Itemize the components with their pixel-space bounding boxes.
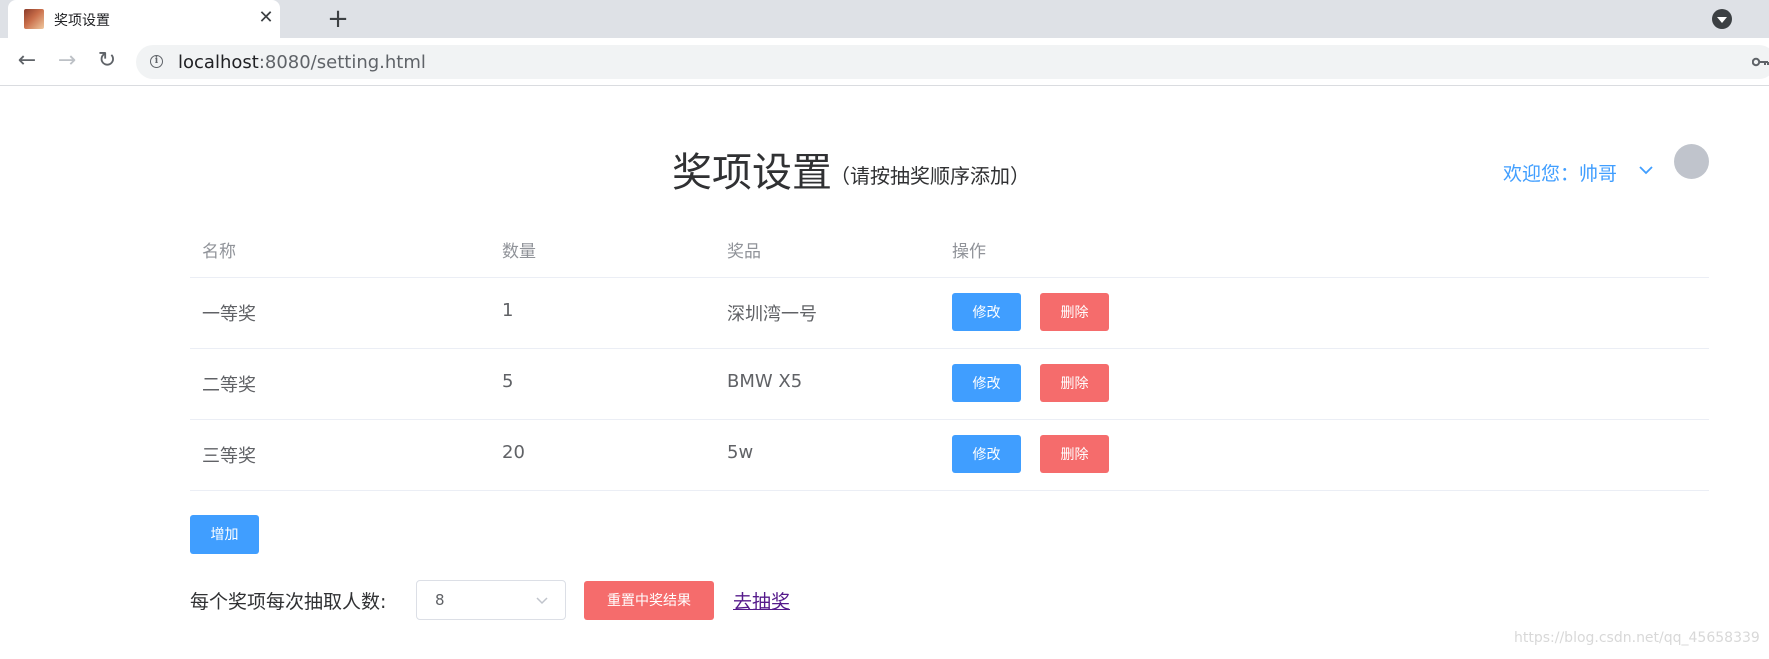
avatar[interactable] bbox=[1674, 144, 1709, 179]
table-row: 一等奖 1 深圳湾一号 修改 删除 bbox=[190, 278, 1709, 349]
url-path: :8080/setting.html bbox=[258, 52, 426, 73]
cell-name: 三等奖 bbox=[202, 446, 256, 467]
table-header: 名称 数量 奖品 操作 bbox=[190, 220, 1709, 278]
page-subtitle: （请按抽奖顺序添加） bbox=[830, 164, 1030, 188]
url-text[interactable]: localhost:8080/setting.html bbox=[178, 52, 426, 73]
cell-prize: BMW X5 bbox=[727, 371, 803, 392]
add-prize-button[interactable]: 增加 bbox=[190, 515, 259, 554]
draw-count-select[interactable]: 8 bbox=[416, 580, 566, 620]
back-button[interactable]: ← bbox=[12, 46, 42, 76]
cell-prize: 5w bbox=[727, 442, 754, 463]
cell-name: 二等奖 bbox=[202, 375, 256, 396]
address-bar[interactable]: i localhost:8080/setting.html bbox=[136, 45, 1769, 79]
chevron-down-icon[interactable] bbox=[1637, 163, 1655, 177]
column-header-prize: 奖品 bbox=[727, 242, 761, 262]
favicon-icon bbox=[24, 9, 44, 29]
page-title: 奖项设置 bbox=[672, 150, 832, 196]
browser-tab[interactable]: 奖项设置 ✕ bbox=[8, 0, 280, 38]
site-info-icon[interactable]: i bbox=[150, 55, 163, 68]
table-row: 二等奖 5 BMW X5 修改 删除 bbox=[190, 349, 1709, 420]
edit-button[interactable]: 修改 bbox=[952, 435, 1021, 473]
cell-count: 20 bbox=[502, 442, 525, 463]
delete-button[interactable]: 删除 bbox=[1040, 435, 1109, 473]
browser-toolbar: ← → ↻ i localhost:8080/setting.html bbox=[0, 38, 1769, 86]
table-row: 三等奖 20 5w 修改 删除 bbox=[190, 420, 1709, 491]
draw-count-value: 8 bbox=[435, 591, 445, 609]
profile-menu-icon[interactable] bbox=[1712, 9, 1732, 29]
new-tab-button[interactable]: + bbox=[323, 4, 353, 34]
column-header-count: 数量 bbox=[502, 242, 536, 262]
draw-count-label: 每个奖项每次抽取人数: bbox=[190, 591, 387, 613]
prize-table: 名称 数量 奖品 操作 一等奖 1 深圳湾一号 修改 删除 二等奖 5 BMW … bbox=[190, 220, 1709, 491]
browser-tabstrip: 奖项设置 ✕ + bbox=[0, 0, 1769, 38]
delete-button[interactable]: 删除 bbox=[1040, 293, 1109, 331]
url-host: localhost bbox=[178, 52, 259, 73]
watermark: https://blog.csdn.net/qq_45658339 bbox=[1514, 630, 1760, 646]
forward-button[interactable]: → bbox=[52, 46, 82, 76]
edit-button[interactable]: 修改 bbox=[952, 293, 1021, 331]
edit-button[interactable]: 修改 bbox=[952, 364, 1021, 402]
delete-button[interactable]: 删除 bbox=[1040, 364, 1109, 402]
cell-count: 1 bbox=[502, 300, 514, 321]
column-header-actions: 操作 bbox=[952, 242, 986, 262]
column-header-name: 名称 bbox=[202, 242, 236, 262]
cell-name: 一等奖 bbox=[202, 304, 256, 325]
user-menu[interactable]: 欢迎您：帅哥 bbox=[1503, 159, 1617, 186]
chevron-down-icon bbox=[536, 597, 548, 605]
go-draw-link[interactable]: 去抽奖 bbox=[733, 587, 790, 614]
reset-results-button[interactable]: 重置中奖结果 bbox=[584, 581, 714, 620]
cell-prize: 深圳湾一号 bbox=[727, 304, 817, 325]
close-tab-icon[interactable]: ✕ bbox=[254, 6, 278, 30]
tab-title: 奖项设置 bbox=[54, 13, 110, 29]
key-icon[interactable] bbox=[1752, 57, 1769, 67]
reload-button[interactable]: ↻ bbox=[92, 46, 122, 76]
cell-count: 5 bbox=[502, 371, 514, 392]
